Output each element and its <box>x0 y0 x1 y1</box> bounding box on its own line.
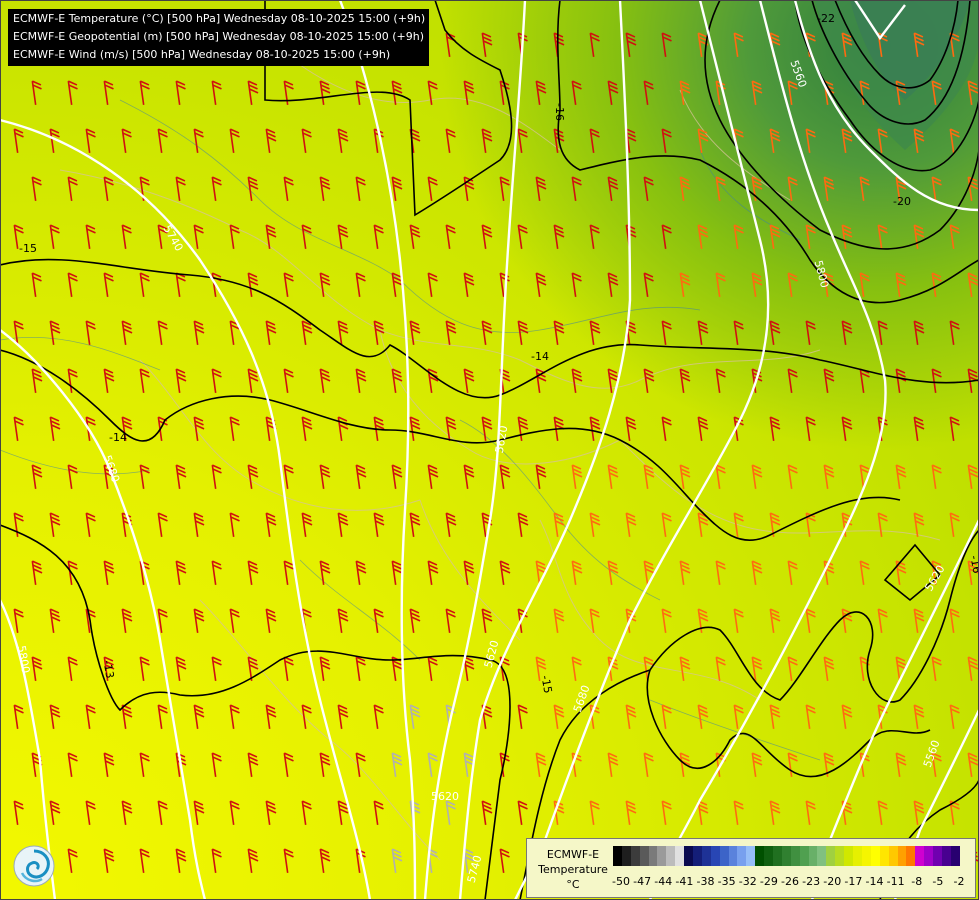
colorbar-swatch <box>817 846 827 866</box>
colorbar-swatch <box>790 846 800 866</box>
colorbar-swatch <box>764 846 774 866</box>
colorbar-tick-label: -35 <box>717 875 736 888</box>
colorbar-tick-label: -23 <box>802 875 821 888</box>
temperature-contour-label: -14 <box>109 431 127 444</box>
colorbar-swatch <box>701 846 711 866</box>
colorbar-swatch <box>950 846 960 866</box>
colorbar-swatch <box>621 846 631 866</box>
colorbar-swatch <box>933 846 942 866</box>
colorbar-swatch <box>906 846 916 866</box>
colorbar-tick-label: -50 <box>612 875 630 888</box>
colorbar-swatch <box>719 846 729 866</box>
colorbar-tick-label: -11 <box>886 875 905 888</box>
legend-line-geopotential: ECMWF-E Geopotential (m) [500 hPa] Wedne… <box>13 30 424 43</box>
colorbar-swatch <box>613 846 622 866</box>
colorbar-swatch <box>915 846 925 866</box>
colorbar-swatch <box>879 846 889 866</box>
colorbar-swatch <box>924 846 934 866</box>
colorbar-swatch <box>835 846 845 866</box>
legend-line-temperature: ECMWF-E Temperature (°C) [500 hPa] Wedne… <box>13 12 426 25</box>
colorbar-title-line2: Temperature <box>538 863 608 876</box>
temperature-contour-label: -16 <box>553 103 566 121</box>
colorbar-tick-label: -20 <box>823 875 842 888</box>
colorbar-swatch <box>941 846 951 866</box>
map-legend: ECMWF-E Temperature (°C) [500 hPa] Wedne… <box>8 9 430 66</box>
colorbar-swatch <box>781 846 791 866</box>
temperature-contour-label: -22 <box>817 12 835 25</box>
colorbar-swatch <box>897 846 907 866</box>
colorbar-swatch <box>648 846 658 866</box>
ecmwf-swirl-icon <box>13 845 55 887</box>
colorbar-tick-label: -8 <box>911 875 923 888</box>
colorbar-swatch <box>657 846 667 866</box>
colorbar-tick-label: -29 <box>759 875 778 888</box>
colorbar-swatch <box>853 846 862 866</box>
colorbar-tick-labels: -50 -47 -44 -41 -38 -35 -32 -29 -26 -23 -20 -17 -14-… <box>609 875 969 889</box>
colorbar-swatch <box>870 846 880 866</box>
colorbar-swatch <box>826 846 836 866</box>
colorbar-tick-label: -2 <box>953 875 965 888</box>
colorbar-swatch <box>693 846 702 866</box>
colorbar-swatch <box>710 846 720 866</box>
colorbar-tick-label: -38 <box>696 875 715 888</box>
colorbar-tick-label: -5 <box>932 875 944 888</box>
colorbar-swatch <box>844 846 854 866</box>
colorbar-swatch <box>861 846 871 866</box>
colorbar-swatch <box>808 846 818 866</box>
colorbar-tick-label: -32 <box>738 875 757 888</box>
colorbar-unit: °C <box>566 878 580 891</box>
colorbar-tick-label: -17 <box>844 875 863 888</box>
colorbar-swatch <box>746 846 756 866</box>
geopotential-contour-label: 5620 <box>431 790 459 803</box>
colorbar-swatch <box>737 846 747 866</box>
temperature-contour-label: -14 <box>531 350 549 363</box>
colorbar-tick-label: -26 <box>781 875 799 888</box>
colorbar-tick-label: -14 <box>865 875 884 888</box>
colorbar-swatch <box>755 846 765 866</box>
colorbar-swatch <box>639 846 649 866</box>
colorbar-title: ECMWF-E Temperature °C <box>533 847 613 892</box>
colorbar-swatch <box>799 846 809 866</box>
colorbar-tick-label: -41 <box>675 875 694 888</box>
colorbar-swatch <box>666 846 676 866</box>
colorbar-tick-label: -44 <box>654 875 673 888</box>
weather-map: 5740568058005620562055605800574056805620… <box>0 0 979 900</box>
cold-core-field <box>0 0 979 900</box>
colorbar-swatch <box>728 846 738 866</box>
colorbar-swatches <box>613 846 960 866</box>
colorbar-tick-label: -47 <box>633 875 652 888</box>
colorbar-swatch <box>888 846 898 866</box>
colorbar-swatch <box>675 846 685 866</box>
colorbar-swatch <box>773 846 782 866</box>
colorbar-swatch <box>630 846 640 866</box>
legend-line-wind: ECMWF-E Wind (m/s) [500 hPa] Wednesday 0… <box>13 48 391 61</box>
temperature-contour-label: -15 <box>19 242 37 255</box>
temperature-colorbar: ECMWF-E Temperature °C -50 -47 -44 -41 -38 -3… <box>526 838 976 898</box>
colorbar-title-line1: ECMWF-E <box>546 848 600 861</box>
temperature-contour-label: -20 <box>893 195 911 208</box>
colorbar-swatch <box>684 846 694 866</box>
